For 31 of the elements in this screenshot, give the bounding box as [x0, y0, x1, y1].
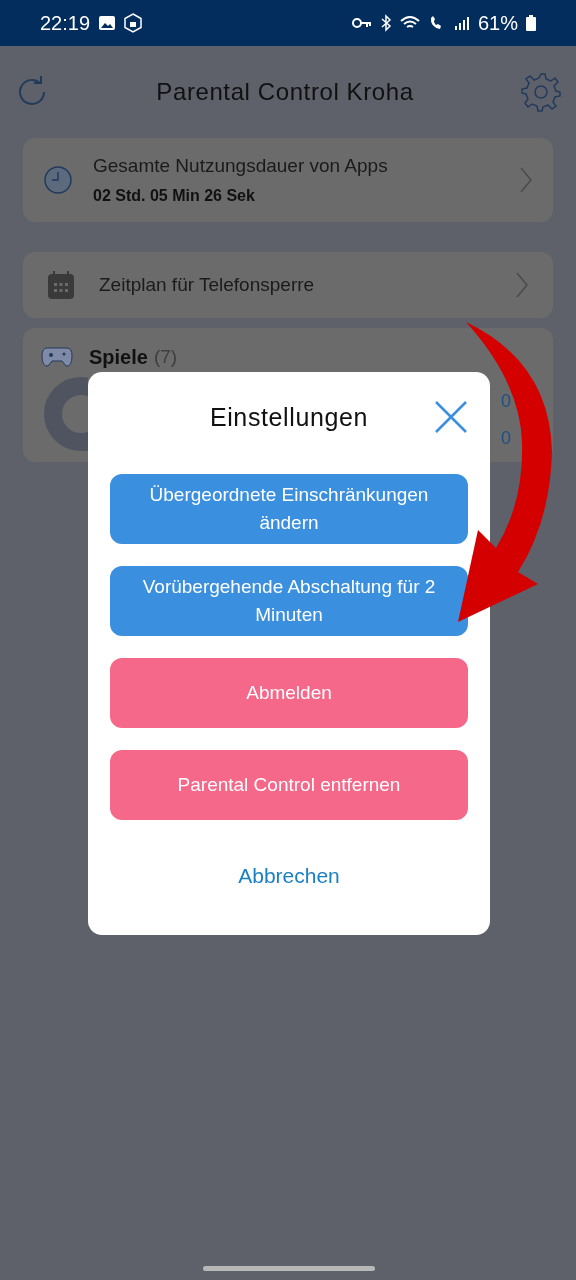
schedule-card[interactable]: Zeitplan für Telefonsperre: [23, 252, 553, 318]
cancel-link[interactable]: Abbrechen: [238, 860, 340, 892]
dialog-action-button[interactable]: Parental Control entfernen: [110, 750, 468, 820]
battery-percent: 61%: [477, 11, 518, 36]
dialog-action-button[interactable]: Vorübergehende Abschaltung für 2 Minuten: [110, 566, 468, 636]
chevron-right-icon: [519, 166, 533, 194]
usage-title: Gesamte Nutzungsdauer von Apps: [93, 153, 389, 178]
chevron-right-icon: [515, 271, 529, 299]
shield-lock-icon: [124, 13, 143, 33]
image-icon: [98, 15, 117, 31]
wifi-icon: [399, 15, 420, 31]
close-icon[interactable]: [434, 400, 468, 434]
status-time: 22:19: [40, 11, 91, 36]
dialog-title: Einstellungen: [209, 402, 369, 434]
signal-icon: [453, 15, 470, 31]
clock-icon: [43, 165, 73, 195]
game-time-text: 0: [501, 390, 511, 413]
usage-duration: 02 Std. 05 Min 26 Sek: [93, 186, 256, 207]
bluetooth-icon: [379, 14, 392, 32]
app-title: Parental Control Kroha: [156, 77, 414, 107]
calendar-icon: [47, 270, 75, 300]
games-title: Spiele: [89, 345, 148, 370]
schedule-label: Zeitplan für Telefonsperre: [99, 272, 316, 297]
dialog-action-button[interactable]: Übergeordnete Einschränkungen ändern: [110, 474, 468, 544]
usage-card[interactable]: Gesamte Nutzungsdauer von Apps 02 Std. 05 Min 26 Sek: [23, 138, 553, 222]
key-icon: [351, 17, 372, 29]
gamepad-icon: [41, 346, 73, 368]
settings-icon[interactable]: [520, 71, 562, 113]
dialog-action-button[interactable]: Abmelden: [110, 658, 468, 728]
game-time-text: 0: [501, 427, 511, 450]
battery-icon: [526, 15, 536, 31]
